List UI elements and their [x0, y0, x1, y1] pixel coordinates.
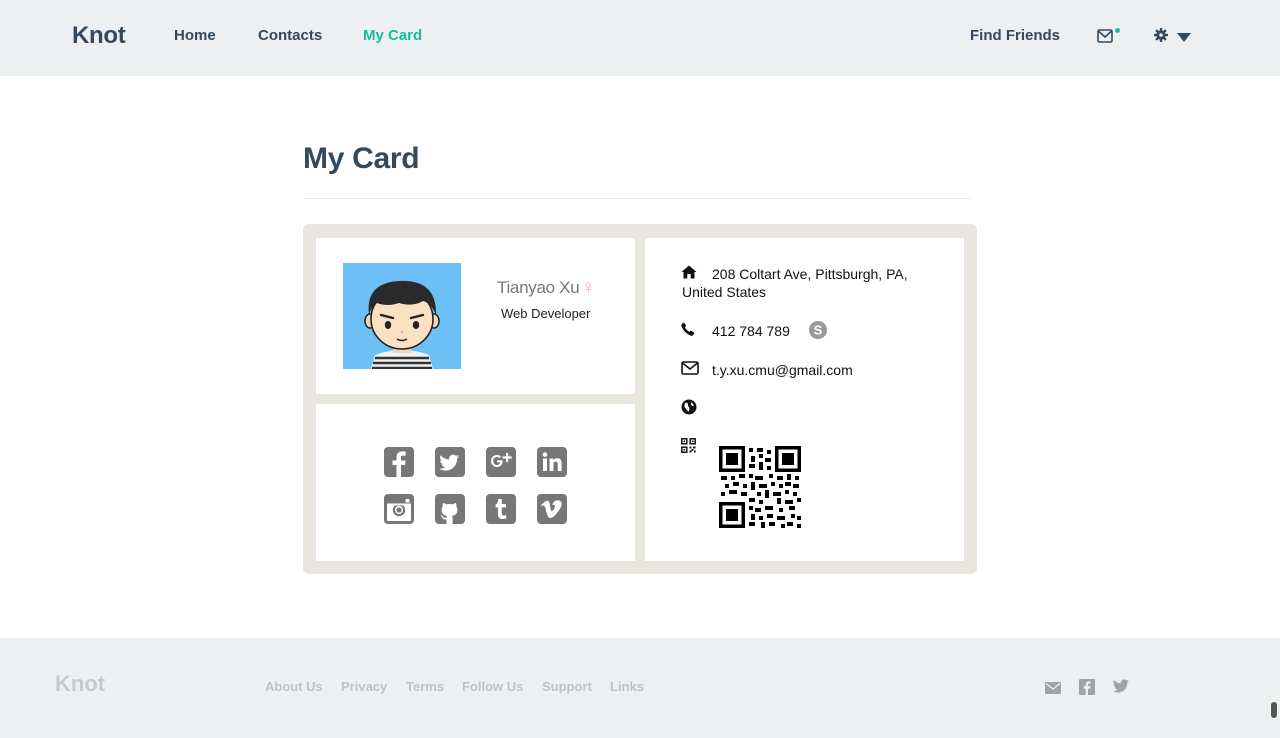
- footer-link-terms[interactable]: Terms: [406, 679, 444, 694]
- nav-contacts[interactable]: Contacts: [258, 27, 322, 44]
- phone-icon: [681, 322, 699, 340]
- tumblr-icon[interactable]: [486, 494, 516, 524]
- brand-logo[interactable]: Knot: [72, 22, 126, 50]
- unread-indicator: [1115, 28, 1120, 33]
- nav-my-card[interactable]: My Card: [363, 27, 422, 44]
- footer-brand[interactable]: Knot: [55, 671, 105, 697]
- linkedin-icon[interactable]: [537, 447, 567, 477]
- footer-link-follow-us[interactable]: Follow Us: [462, 679, 523, 694]
- globe-icon: [681, 399, 699, 417]
- email-text: t.y.xu.cmu@gmail.com: [712, 362, 853, 378]
- skype-icon[interactable]: S: [808, 320, 828, 340]
- footer-link-links[interactable]: Links: [610, 679, 644, 694]
- email-icon: [681, 361, 699, 379]
- vimeo-icon[interactable]: [537, 494, 567, 524]
- twitter-icon[interactable]: [435, 447, 465, 477]
- social-panel: [316, 404, 635, 561]
- profile-name: Tianyao Xu ♀: [497, 277, 596, 299]
- title-divider: [303, 198, 971, 199]
- footer-link-about-us[interactable]: About Us: [265, 679, 323, 694]
- footer-mail-icon[interactable]: [1045, 681, 1061, 697]
- profile-role: Web Developer: [501, 306, 591, 321]
- github-icon[interactable]: [435, 494, 465, 524]
- nav-find-friends[interactable]: Find Friends: [970, 27, 1060, 44]
- qrcode-icon: [681, 438, 699, 456]
- page-footer: Knot About Us Privacy Terms Follow Us Su…: [0, 638, 1280, 738]
- female-gender-icon: ♀: [581, 277, 596, 298]
- scrollbar-thumb[interactable]: [1271, 702, 1277, 718]
- google-plus-icon[interactable]: [486, 447, 516, 477]
- contact-qr-code: [719, 446, 801, 528]
- avatar: [343, 263, 461, 369]
- settings-dropdown-caret-icon[interactable]: [1177, 33, 1191, 42]
- contact-panel: 208 Coltart Ave, Pittsburgh, PA, United …: [645, 238, 964, 561]
- address-text: 208 Coltart Ave, Pittsburgh, PA, United …: [682, 266, 908, 300]
- business-card: Tianyao Xu ♀ Web Developer 208 Coltart A…: [303, 224, 977, 574]
- profile-panel: Tianyao Xu ♀ Web Developer: [316, 238, 635, 394]
- page-title: My Card: [303, 142, 420, 175]
- footer-link-privacy[interactable]: Privacy: [341, 679, 387, 694]
- instagram-icon[interactable]: [384, 494, 414, 524]
- svg-text:S: S: [814, 323, 823, 338]
- footer-facebook-icon[interactable]: [1079, 679, 1095, 695]
- phone-text: 412 784 789: [712, 323, 790, 339]
- footer-link-support[interactable]: Support: [542, 679, 592, 694]
- profile-name-text: Tianyao Xu: [497, 278, 580, 297]
- facebook-icon[interactable]: [384, 447, 414, 477]
- settings-gear-icon[interactable]: [1154, 28, 1168, 47]
- top-navbar: Knot Home Contacts My Card Find Friends: [0, 0, 1280, 76]
- footer-twitter-icon[interactable]: [1113, 679, 1129, 695]
- nav-home[interactable]: Home: [174, 27, 216, 44]
